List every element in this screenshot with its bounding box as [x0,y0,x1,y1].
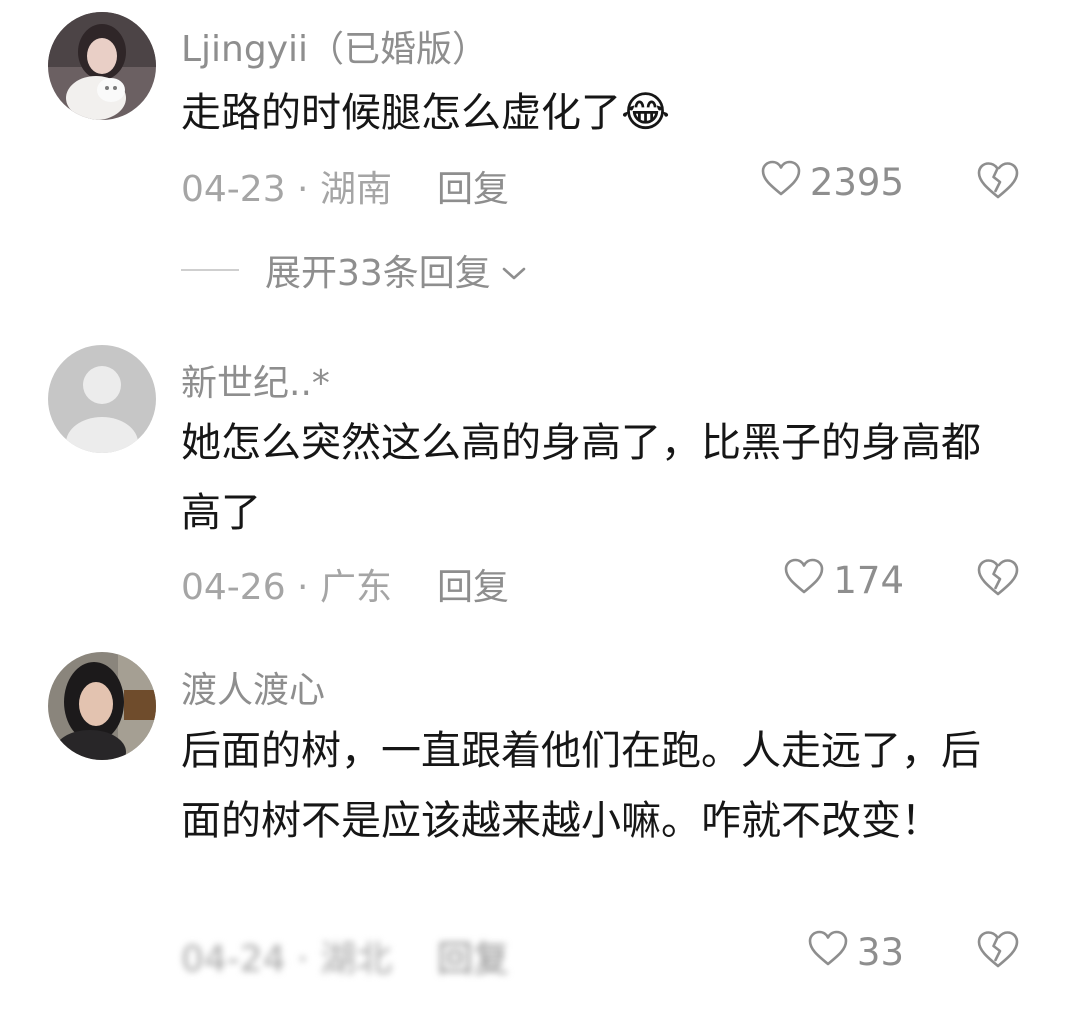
comment-text-content: 走路的时候腿怎么虚化了 [181,90,621,136]
meta-separator: · [285,939,320,980]
comment-location: 广东 [319,567,392,608]
dislike-button[interactable] [976,160,1020,202]
comment-text: 走路的时候腿怎么虚化了😂 [181,77,1001,148]
expand-replies-label: 展开33条回复 [265,253,491,294]
broken-heart-icon [976,559,1020,601]
comment-text: 后面的树，一直跟着他们在跑。人走远了，后面的树不是应该越来越小嘛。咋就不改变！ [181,728,981,844]
comment-location: 湖北 [319,939,392,980]
chevron-down-icon [501,250,527,291]
username[interactable]: 渡人渡心 [181,661,325,713]
dislike-button[interactable] [976,557,1020,599]
meta-separator: · [285,567,320,608]
expand-replies-button[interactable]: 展开33条回复 [181,244,527,296]
emoji-icon: 😂 [621,87,671,136]
comment-meta: 04-24 · 湖北 [181,930,392,982]
broken-heart-icon [976,162,1020,204]
like-count: 33 [856,931,904,974]
expand-divider [181,269,239,271]
comment-meta: 04-26 · 广东 [181,558,392,610]
avatar[interactable] [48,345,156,453]
reply-button[interactable]: 回复 [437,930,509,982]
comment-text: 她怎么突然这么高的身高了，比黑子的身高都高了 [181,420,981,536]
heart-outline-icon [760,159,802,206]
heart-outline-icon [783,557,825,604]
reply-button[interactable]: 回复 [437,160,509,212]
reply-button[interactable]: 回复 [437,558,509,610]
comment-meta: 04-23 · 湖南 [181,160,392,212]
username[interactable]: 新世纪..* [181,354,330,406]
username[interactable]: Ljingyii（已婚版） [181,20,488,72]
comment-location: 湖南 [319,169,392,210]
dislike-button[interactable] [976,929,1020,971]
broken-heart-icon [976,931,1020,973]
like-count: 174 [833,559,904,602]
like-button[interactable]: 174 [783,557,904,604]
avatar[interactable] [48,12,156,120]
comment-date: 04-26 [181,567,286,608]
like-button[interactable]: 33 [807,929,904,976]
comment-date: 04-24 [181,939,286,980]
avatar[interactable] [48,652,156,760]
like-count: 2395 [809,161,904,204]
comment-date: 04-23 [181,169,286,210]
like-button[interactable]: 2395 [760,159,904,206]
meta-separator: · [285,169,320,210]
heart-outline-icon [807,929,849,976]
